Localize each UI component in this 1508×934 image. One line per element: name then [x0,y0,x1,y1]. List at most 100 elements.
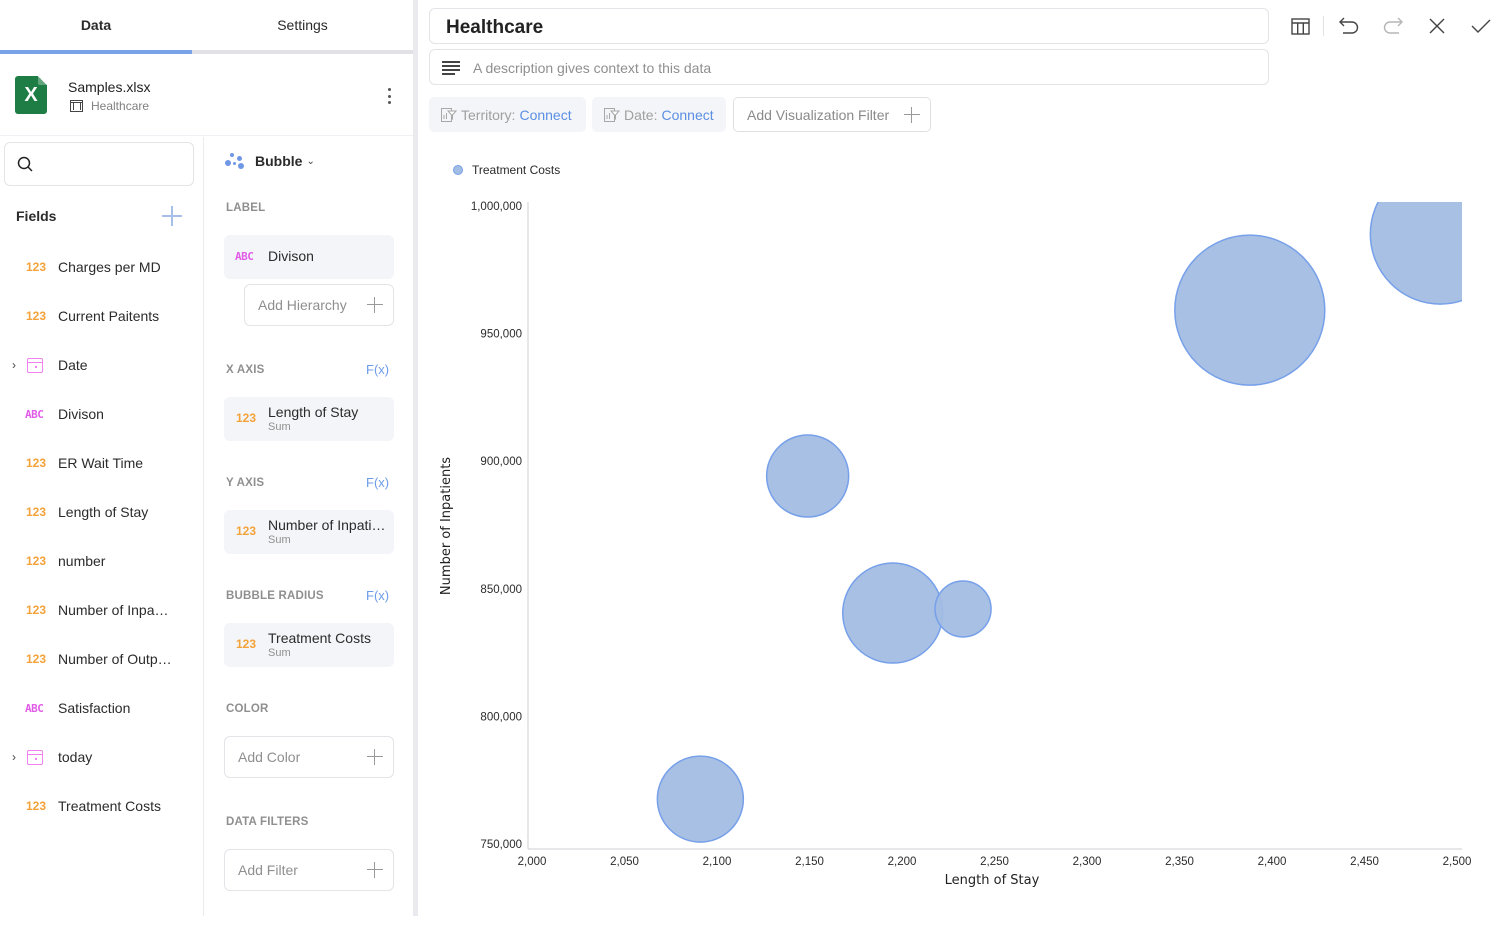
number-type-icon: 123 [26,603,47,617]
y-axis-field-name: Number of Inpatie… [268,517,390,533]
visualization-title: Healthcare [446,17,544,38]
x-tick-label: 2,250 [980,856,1009,868]
bubble[interactable] [934,580,992,638]
app: Data Settings X Samples.xlsx Healthcare [0,0,1508,934]
panel-tabs: Data Settings [0,0,413,54]
y-axis-section-title: Y AXIS [226,477,265,489]
excel-icon: X [15,76,47,114]
number-type-icon: 123 [236,524,257,538]
x-axis-field-pill[interactable]: 123 Length of Stay Sum [224,397,394,441]
filter-connect-link[interactable]: Connect [661,107,713,123]
label-section-title: LABEL [226,202,266,214]
field-label: Length of Stay [58,504,149,520]
close-icon[interactable] [1425,14,1449,38]
y-tick-label: 850,000 [480,584,522,596]
redo-icon[interactable] [1381,14,1405,38]
bubble[interactable] [765,434,850,518]
chart-legend[interactable]: Treatment Costs [453,163,560,177]
more-options-button[interactable] [380,86,398,106]
field-label: Number of Inpa… [58,602,169,618]
field-item[interactable]: 123 Length of Stay [0,492,204,532]
y-tick-label: 950,000 [480,329,522,341]
table-view-icon[interactable] [1289,14,1313,38]
bubble[interactable] [1369,164,1508,305]
kebab-dot [387,88,391,91]
x-axis-field-name: Length of Stay [268,404,359,420]
data-filters-section-title: DATA FILTERS [226,816,309,828]
field-label: Number of Outp… [58,651,172,667]
bubble-radius-fx-button[interactable]: F(x) [366,588,389,603]
y-axis-fx-button[interactable]: F(x) [366,475,389,490]
field-item[interactable]: ABC Satisfaction [0,688,204,728]
visualization-type-label: Bubble [255,153,303,169]
field-item[interactable]: 123 Number of Outp… [0,639,204,679]
description-icon [442,61,460,75]
add-field-button[interactable] [161,205,183,227]
x-tick-label: 2,100 [703,856,732,868]
source-sheet-name: Healthcare [91,99,150,113]
visualization-type-dropdown[interactable]: Bubble ⌄ [225,153,315,169]
field-label: Date [58,357,88,373]
field-item[interactable]: › Date [0,345,204,385]
field-search-input[interactable] [4,142,194,186]
field-item[interactable]: 123 Current Paitents [0,296,204,336]
number-type-icon: 123 [26,652,47,666]
label-field-pill[interactable]: ABC Divison [224,235,394,279]
x-tick-label: 2,050 [610,856,639,868]
filter-connect-link[interactable]: Connect [519,107,571,123]
x-tick-label: 2,500 [1443,856,1472,868]
add-hierarchy-button[interactable]: Add Hierarchy [244,284,394,326]
bubble[interactable] [842,562,944,664]
field-item[interactable]: 123 ER Wait Time [0,443,204,483]
bubble-radius-field-pill[interactable]: 123 Treatment Costs Sum [224,623,394,667]
x-axis-aggregation: Sum [268,421,291,433]
x-tick-label: 2,000 [518,856,547,868]
filter-chart-icon [604,107,620,122]
search-icon [17,156,33,172]
tab-settings[interactable]: Settings [192,0,413,50]
date-type-icon [27,357,43,373]
number-type-icon: 123 [26,505,47,519]
y-axis-field-pill[interactable]: 123 Number of Inpatie… Sum [224,510,394,554]
bubble-chart-icon [225,153,245,169]
territory-filter[interactable]: Territory: Connect [429,97,586,132]
undo-icon[interactable] [1337,14,1361,38]
field-item[interactable]: 123 Number of Inpa… [0,590,204,630]
panel-splitter[interactable] [413,0,418,916]
x-axis-fx-button[interactable]: F(x) [366,362,389,377]
add-filter-button[interactable]: Add Filter [224,849,394,891]
y-axis-aggregation: Sum [268,534,291,546]
title-input[interactable]: Healthcare [429,8,1269,44]
bubble[interactable] [656,755,745,843]
field-label: Charges per MD [58,259,161,275]
add-color-label: Add Color [238,749,301,765]
check-icon[interactable] [1469,14,1493,38]
x-tick-label: 2,350 [1165,856,1194,868]
field-label: ER Wait Time [58,455,144,471]
date-filter[interactable]: Date: Connect [592,97,726,132]
number-type-icon: 123 [26,456,47,470]
tab-data[interactable]: Data [0,0,192,50]
number-type-icon: 123 [26,309,47,323]
filter-key: Date: [624,106,658,123]
field-item[interactable]: 123 number [0,541,204,581]
date-type-icon [27,749,43,765]
description-input[interactable]: A description gives context to this data [429,49,1269,85]
kebab-dot [387,94,391,98]
bubble[interactable] [1174,234,1326,386]
add-color-button[interactable]: Add Color [224,736,394,778]
expand-chevron-icon[interactable]: › [12,358,16,372]
field-label: Current Paitents [58,308,160,324]
x-axis-section-title: X AXIS [226,364,265,376]
x-tick-label: 2,450 [1350,856,1379,868]
field-item[interactable]: 123 Treatment Costs [0,786,204,826]
source-sheet: Healthcare [70,99,149,113]
field-item[interactable]: 123 Charges per MD [0,247,204,287]
field-item[interactable]: › today [0,737,204,777]
add-visualization-filter-button[interactable]: Add Visualization Filter [733,97,931,132]
text-type-icon: ABC [25,701,44,715]
table-icon [70,100,83,112]
field-item[interactable]: ABC Divison [0,394,204,434]
expand-chevron-icon[interactable]: › [12,750,16,764]
field-label: Treatment Costs [58,798,161,814]
